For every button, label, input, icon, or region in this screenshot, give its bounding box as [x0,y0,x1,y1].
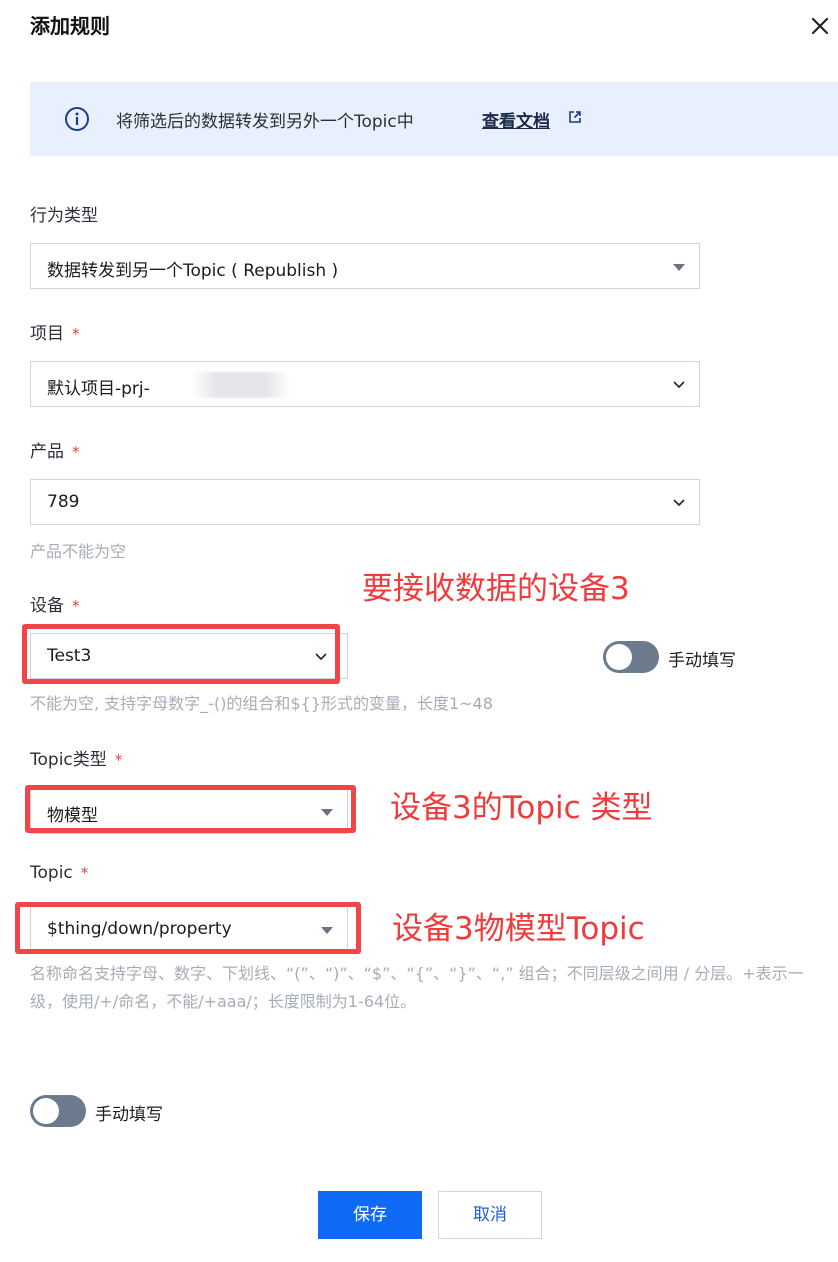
caret-down-icon [673,264,685,271]
external-link-icon[interactable] [567,109,583,125]
required-mark: * [72,443,80,461]
annotation-device: 要接收数据的设备3 [362,571,630,607]
topic-label: Topic * [30,863,88,883]
topic-type-label-text: Topic类型 [30,750,107,770]
action-type-value: 数据转发到另一个Topic ( Republish ) [47,261,339,281]
action-type-label-text: 行为类型 [30,206,98,226]
view-docs-link[interactable]: 查看文档 [482,107,550,132]
annotation-topic: 设备3物模型Topic [392,911,645,947]
project-select[interactable]: 默认项目-prj- [30,361,700,407]
chevron-down-icon [671,494,687,510]
device-hint: 不能为空, 支持字母数字_-()的组合和${}形式的变量，长度1~48 [30,694,493,713]
info-banner: 将筛选后的数据转发到另外一个Topic中 查看文档 [30,82,838,156]
close-icon[interactable] [808,14,832,38]
device-label-text: 设备 [30,596,64,616]
highlight-box-device [22,624,340,684]
highlight-box-topic [15,902,361,954]
required-mark: * [72,597,80,615]
project-value: 默认项目-prj- [47,379,150,399]
cancel-button[interactable]: 取消 [438,1191,542,1239]
action-type-select[interactable]: 数据转发到另一个Topic ( Republish ) [30,243,700,289]
toggle-knob [33,1098,59,1124]
dialog-title: 添加规则 [30,14,110,38]
required-mark: * [80,864,89,882]
topic-type-label: Topic类型 * [30,745,122,770]
required-mark: * [114,751,123,769]
product-hint: 产品不能为空 [30,542,127,561]
topic-label-text: Topic [30,863,73,883]
device-manual-toggle[interactable] [603,641,659,673]
chevron-down-icon [671,376,687,392]
redacted-mask [191,372,291,398]
product-label: 产品 * [30,437,80,462]
save-button[interactable]: 保存 [318,1191,422,1239]
product-value: 789 [47,492,80,512]
toggle-knob [606,644,632,670]
info-icon [64,106,90,132]
topic-hint: 名称命名支持字母、数字、下划线、“(”、“)”、“$”、“{”、“}”、“,” … [30,964,804,1011]
required-mark: * [72,325,80,343]
manual-toggle[interactable] [30,1095,86,1127]
product-label-text: 产品 [30,442,64,462]
annotation-topic-type: 设备3的Topic 类型 [390,790,653,826]
product-select[interactable]: 789 [30,479,700,525]
manual-toggle-label: 手动填写 [95,1105,163,1125]
project-label-text: 项目 [30,324,64,344]
device-manual-toggle-label: 手动填写 [668,651,736,671]
device-label: 设备 * [30,591,80,616]
highlight-box-topic-type [25,785,356,833]
project-label: 项目 * [30,319,80,344]
banner-text: 将筛选后的数据转发到另外一个Topic中 [116,112,414,132]
action-type-label: 行为类型 [30,201,98,226]
